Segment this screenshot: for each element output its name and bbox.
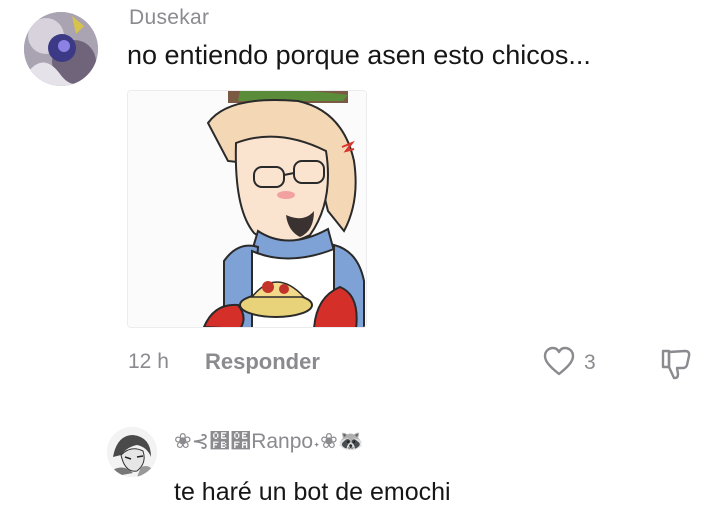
comment-attachment-image[interactable] (127, 90, 367, 328)
manga-avatar-icon (107, 427, 157, 477)
dislike-button[interactable] (659, 347, 693, 381)
reply-text: te haré un bot de emochi (174, 478, 451, 506)
anime-character-image (128, 91, 366, 327)
comment-username[interactable]: Dusekar (129, 6, 209, 30)
reply-button[interactable]: Responder (205, 349, 320, 375)
comment-text: no entiendo porque asen esto chicos... (127, 40, 591, 70)
anime-avatar-icon (24, 12, 98, 86)
like-count: 3 (584, 351, 596, 374)
comment-timestamp: 12 h (128, 350, 169, 373)
like-button[interactable] (543, 346, 575, 378)
heart-outline-icon (543, 346, 575, 376)
reply-username[interactable]: ❀⊰໻໺Ranpo⁣˖❀🦝 (174, 429, 364, 454)
comment-actions-row: 12 h Responder 3 (0, 346, 720, 382)
comment-avatar[interactable] (24, 12, 98, 86)
thumbs-down-outline-icon (661, 349, 691, 380)
reply-avatar[interactable] (107, 427, 157, 477)
